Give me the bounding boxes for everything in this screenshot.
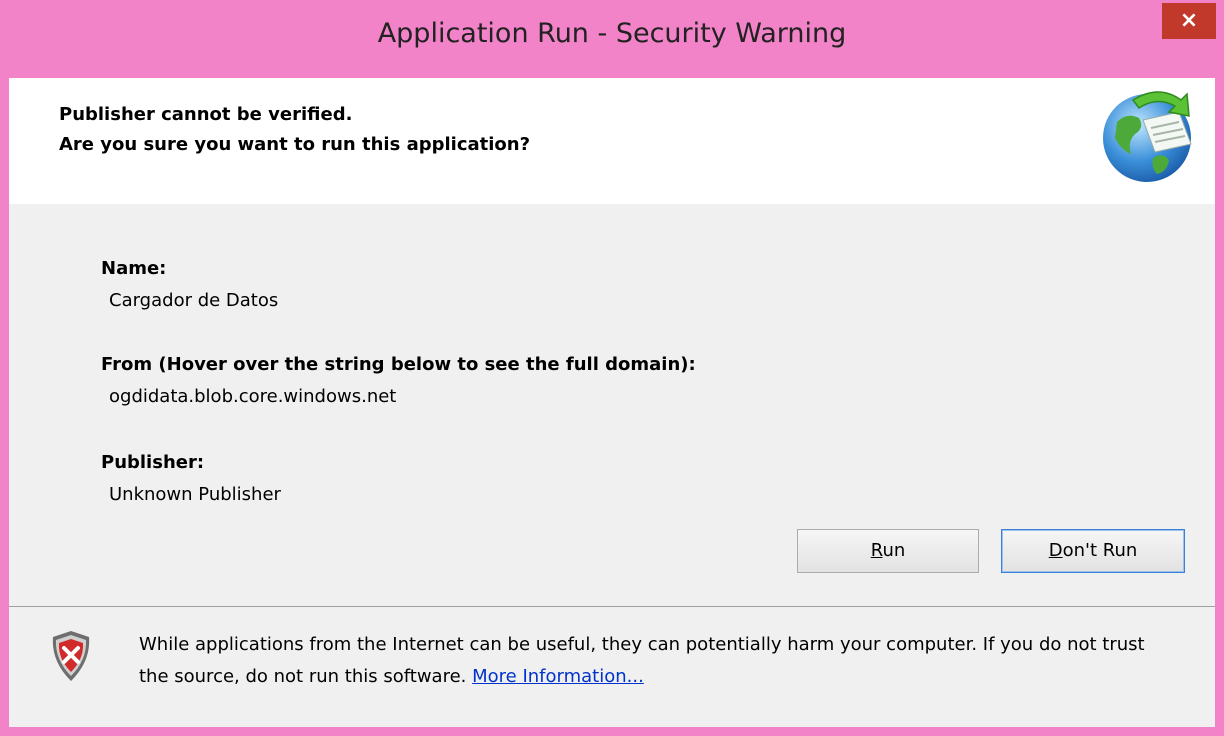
more-information-link[interactable]: More Information... (472, 666, 644, 687)
footer-panel: While applications from the Internet can… (9, 607, 1215, 727)
dialog-window: Application Run - Security Warning × Pub… (0, 0, 1224, 736)
close-button[interactable]: × (1162, 3, 1216, 39)
window-title: Application Run - Security Warning (377, 18, 847, 49)
dont-run-label: on't Run (1062, 540, 1138, 561)
header-panel: Publisher cannot be verified. Are you su… (9, 78, 1215, 204)
name-value: Cargador de Datos (109, 290, 279, 311)
publisher-value: Unknown Publisher (109, 484, 281, 505)
publisher-label: Publisher: (101, 452, 205, 473)
run-accelerator: R (870, 540, 883, 561)
dont-run-accelerator: D (1048, 540, 1063, 561)
name-label: Name: (101, 258, 167, 279)
dont-run-button[interactable]: Don't Run (1001, 529, 1185, 573)
run-button[interactable]: Run (797, 529, 979, 573)
shield-error-icon (52, 631, 90, 681)
close-icon: × (1179, 8, 1199, 33)
warning-message: While applications from the Internet can… (139, 629, 1179, 693)
headline-unverified: Publisher cannot be verified. (59, 104, 353, 125)
headline-question: Are you sure you want to run this applic… (59, 134, 531, 155)
run-label: un (882, 540, 906, 561)
from-value[interactable]: ogdidata.blob.core.windows.net (109, 386, 396, 407)
dialog-content: Publisher cannot be verified. Are you su… (9, 78, 1215, 727)
from-label: From (Hover over the string below to see… (101, 354, 696, 375)
title-bar[interactable]: Application Run - Security Warning × (0, 0, 1224, 78)
globe-document-icon (1103, 91, 1192, 182)
